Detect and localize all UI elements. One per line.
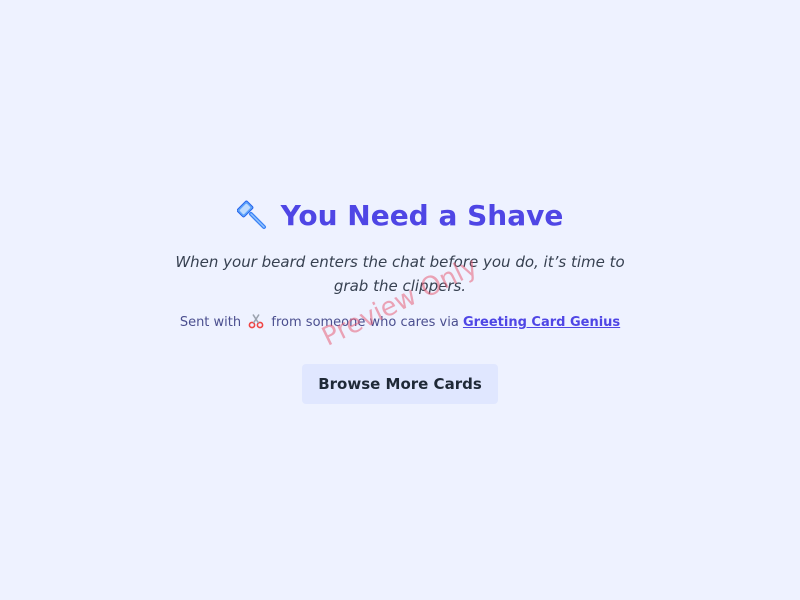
card-title: You Need a Shave [280, 199, 564, 232]
sent-prefix: Sent with [179, 315, 242, 330]
greeting-card: You Need a Shave When your beard enters … [0, 196, 800, 404]
browse-more-cards-button[interactable]: Browse More Cards [302, 364, 498, 404]
title-row: You Need a Shave [0, 196, 800, 236]
sent-line: Sent with from someone who cares via Gre… [0, 313, 800, 333]
razor-icon [236, 200, 269, 232]
card-page: You Need a Shave When your beard enters … [0, 0, 800, 600]
card-message: When your beard enters the chat before y… [175, 253, 625, 295]
greeting-card-genius-link[interactable]: Greeting Card Genius [463, 315, 620, 330]
scissors-icon [248, 313, 264, 329]
sent-middle: from someone who cares via [271, 315, 459, 330]
